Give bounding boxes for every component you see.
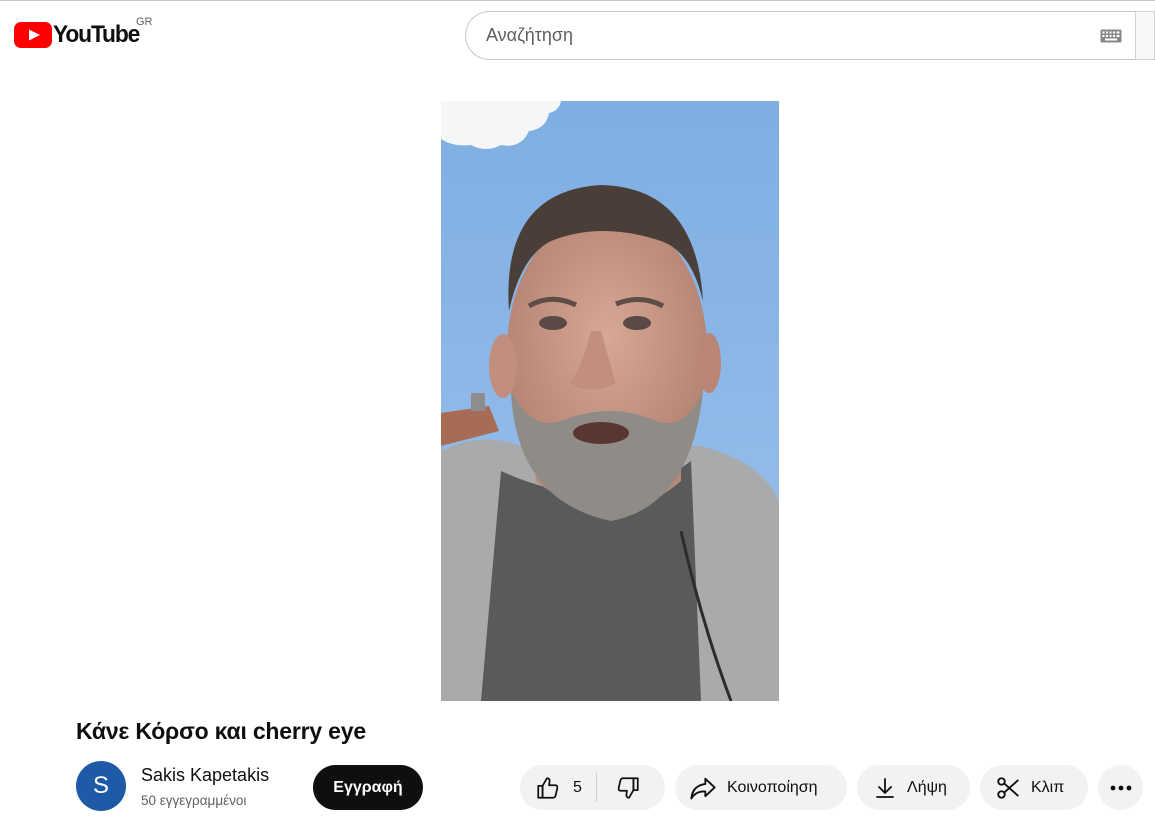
- like-button[interactable]: 5: [520, 765, 582, 810]
- share-icon: [690, 777, 716, 799]
- download-icon: [876, 777, 894, 798]
- thumb-down-icon: [617, 776, 639, 799]
- thumb-up-icon: [537, 776, 559, 799]
- scissors-icon: [997, 776, 1019, 799]
- youtube-logo-icon: [14, 22, 52, 48]
- like-count: 5: [573, 778, 582, 796]
- download-label: Λήψη: [907, 778, 947, 796]
- dislike-button[interactable]: [597, 765, 659, 810]
- clip-label: Κλιπ: [1031, 778, 1065, 796]
- share-label: Κοινοποίηση: [727, 778, 818, 796]
- video-title: Κάνε Κόρσο και cherry eye: [76, 718, 366, 744]
- like-dislike-group: 5: [520, 765, 665, 810]
- video-player[interactable]: [441, 101, 779, 701]
- country-code: GR: [136, 16, 153, 28]
- channel-name[interactable]: Sakis Kapetakis: [141, 765, 269, 786]
- avatar-letter: S: [92, 772, 109, 799]
- clip-button[interactable]: Κλιπ: [980, 765, 1088, 810]
- subscribe-button[interactable]: Εγγραφή: [313, 765, 423, 810]
- more-icon: [1110, 785, 1131, 790]
- keyboard-icon[interactable]: [1100, 29, 1122, 43]
- channel-avatar[interactable]: S: [76, 761, 126, 811]
- share-button[interactable]: Κοινοποίηση: [675, 765, 847, 810]
- search-input[interactable]: [486, 12, 1066, 59]
- subscriber-count: 50 εγγεγραμμένοι: [141, 793, 247, 808]
- more-actions-button[interactable]: [1098, 765, 1143, 810]
- logo-text: YouTube: [53, 21, 140, 48]
- download-button[interactable]: Λήψη: [857, 765, 970, 810]
- youtube-logo[interactable]: YouTube: [14, 18, 144, 52]
- video-frame: [441, 101, 779, 701]
- search-button[interactable]: [1135, 11, 1155, 60]
- top-border: [0, 0, 1155, 1]
- search-box[interactable]: [465, 11, 1135, 60]
